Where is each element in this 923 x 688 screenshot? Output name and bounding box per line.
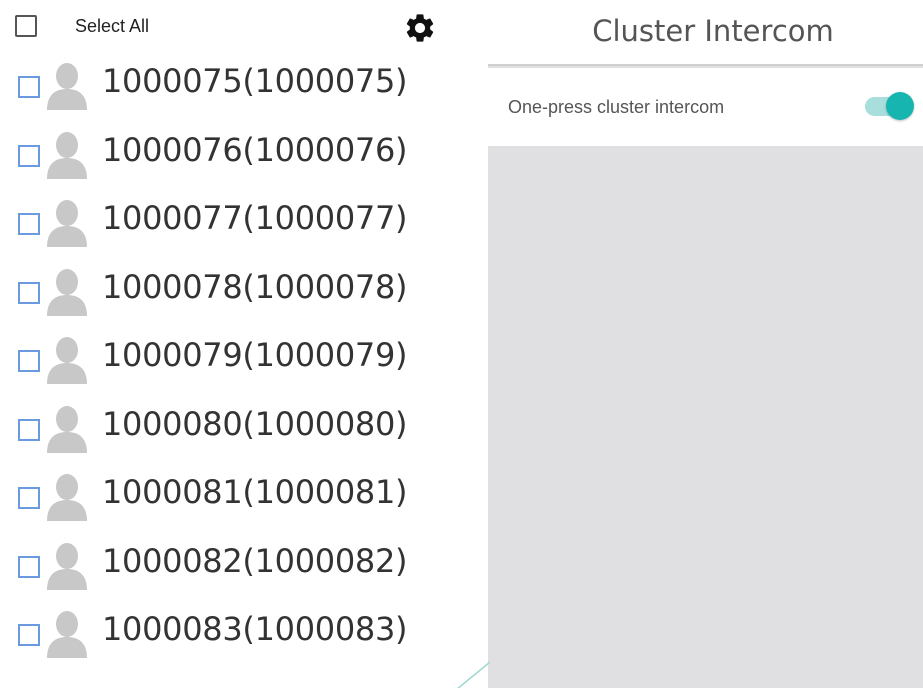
avatar-icon [44, 129, 90, 179]
member-row[interactable]: 1000077(1000077) [0, 191, 488, 259]
avatar-icon [44, 608, 90, 658]
member-checkbox[interactable] [18, 213, 40, 235]
avatar-icon [44, 471, 90, 521]
one-press-toggle[interactable] [886, 92, 914, 120]
avatar-icon [44, 540, 90, 590]
member-checkbox[interactable] [18, 624, 40, 646]
member-label: 1000077(1000077) [102, 199, 408, 237]
member-checkbox[interactable] [18, 281, 40, 304]
member-checkbox[interactable] [18, 350, 40, 372]
member-label: 1000079(1000079) [102, 336, 408, 374]
member-checkbox[interactable] [18, 418, 40, 441]
avatar-icon [44, 266, 90, 316]
member-row[interactable]: 1000075(1000075) [0, 54, 488, 122]
member-label: 1000075(1000075) [102, 62, 408, 100]
avatar-icon [44, 334, 90, 384]
select-all-checkbox[interactable] [15, 15, 37, 37]
member-label: 1000078(1000078) [102, 267, 408, 306]
member-label: 1000080(1000080) [102, 404, 408, 443]
avatar-icon [44, 403, 90, 453]
member-label: 1000076(1000076) [102, 130, 408, 169]
member-row[interactable]: 1000082(1000082) [0, 534, 488, 602]
member-checkbox[interactable] [18, 76, 40, 98]
gear-icon[interactable] [403, 11, 437, 45]
cluster-intercom-panel: Cluster Intercom One-press cluster inter… [488, 0, 923, 688]
member-row[interactable]: 1000081(1000081) [0, 465, 488, 533]
panel-header: Cluster Intercom [488, 0, 923, 66]
one-press-setting-row[interactable]: One-press cluster intercom [488, 68, 923, 146]
avatar-icon [44, 60, 90, 110]
setting-label: One-press cluster intercom [508, 97, 725, 117]
member-checkbox[interactable] [18, 555, 40, 578]
member-label: 1000082(1000082) [102, 541, 408, 580]
member-row[interactable]: 1000080(1000080) [0, 397, 488, 465]
member-row[interactable]: 1000076(1000076) [0, 123, 488, 191]
avatar-icon [44, 197, 90, 247]
member-checkbox[interactable] [18, 144, 40, 167]
select-all-label: Select All [75, 16, 150, 36]
member-list-panel: Select All 1000075(1000075) 1000076(10000… [0, 0, 488, 688]
select-all-row[interactable]: Select All [0, 0, 488, 54]
member-checkbox[interactable] [18, 487, 40, 509]
member-label: 1000083(1000083) [102, 610, 408, 648]
member-label: 1000081(1000081) [102, 473, 408, 511]
member-row[interactable]: 1000079(1000079) [0, 328, 488, 396]
member-row[interactable]: 1000078(1000078) [0, 260, 488, 328]
page-title: Cluster Intercom [592, 14, 834, 48]
member-row[interactable]: 1000083(1000083) [0, 602, 488, 670]
